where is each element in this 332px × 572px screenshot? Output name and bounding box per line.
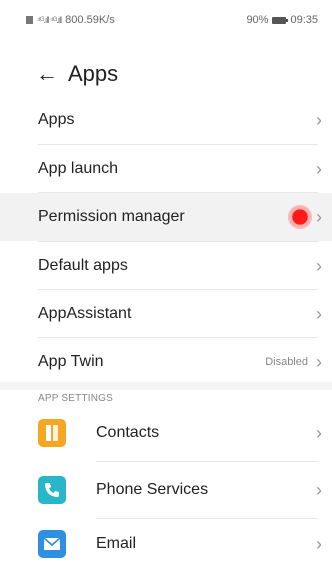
chevron-right-icon: › [316,109,322,130]
app-item-phone-services[interactable]: Phone Services › [0,462,332,518]
contacts-icon [38,419,66,447]
app-item-email[interactable]: Email › [0,516,332,572]
chevron-right-icon: › [316,479,322,500]
menu-item-permission-manager[interactable]: Permission manager › [0,193,332,241]
clock: 09:35 [290,14,318,26]
status-right: 90% 09:35 [246,14,318,26]
menu-item-label: Default apps [38,257,128,274]
menu-item-apps[interactable]: Apps › [0,96,332,144]
menu-item-label: AppAssistant [38,305,132,322]
signal-icon: ⁴ᴳ.ıll ⁴ᴳ.ıll [37,15,62,25]
sim-icon [26,16,33,24]
battery-icon [272,16,289,24]
section-header: APP SETTINGS [38,393,114,404]
back-arrow-icon[interactable]: ← [36,63,58,85]
page-title: Apps [68,61,119,86]
chevron-right-icon: › [316,422,322,443]
app-item-label: Email [96,535,137,552]
status-bar: ⁴ᴳ.ıll ⁴ᴳ.ıll 800.59K/s 90% 09:35 [0,0,332,40]
menu-item-app-launch[interactable]: App launch › [0,145,332,193]
menu-item-label: App launch [38,160,119,177]
battery-percent: 90% [246,14,269,26]
chevron-right-icon: › [316,533,322,554]
chevron-right-icon: › [316,206,322,227]
menu-item-app-twin[interactable]: App Twin Disabled › [0,338,332,386]
chevron-right-icon: › [316,158,322,179]
menu-item-appassistant[interactable]: AppAssistant › [0,290,332,338]
status-left: ⁴ᴳ.ıll ⁴ᴳ.ıll 800.59K/s [26,14,115,26]
status-label: Disabled [265,356,308,368]
section-separator [0,382,332,390]
menu-item-label: Apps [38,111,75,128]
menu-item-label: Permission manager [38,208,185,225]
phone-icon [38,476,66,504]
network-speed: 800.59K/s [65,14,115,26]
app-item-contacts[interactable]: Contacts › [0,405,332,461]
app-item-label: Phone Services [96,481,209,498]
app-item-label: Contacts [96,424,160,441]
chevron-right-icon: › [316,351,322,372]
chevron-right-icon: › [316,303,322,324]
menu-item-default-apps[interactable]: Default apps › [0,242,332,290]
chevron-right-icon: › [316,255,322,276]
menu-item-label: App Twin [38,353,104,370]
touch-indicator [288,205,312,229]
title-bar: ← Apps [0,52,332,96]
